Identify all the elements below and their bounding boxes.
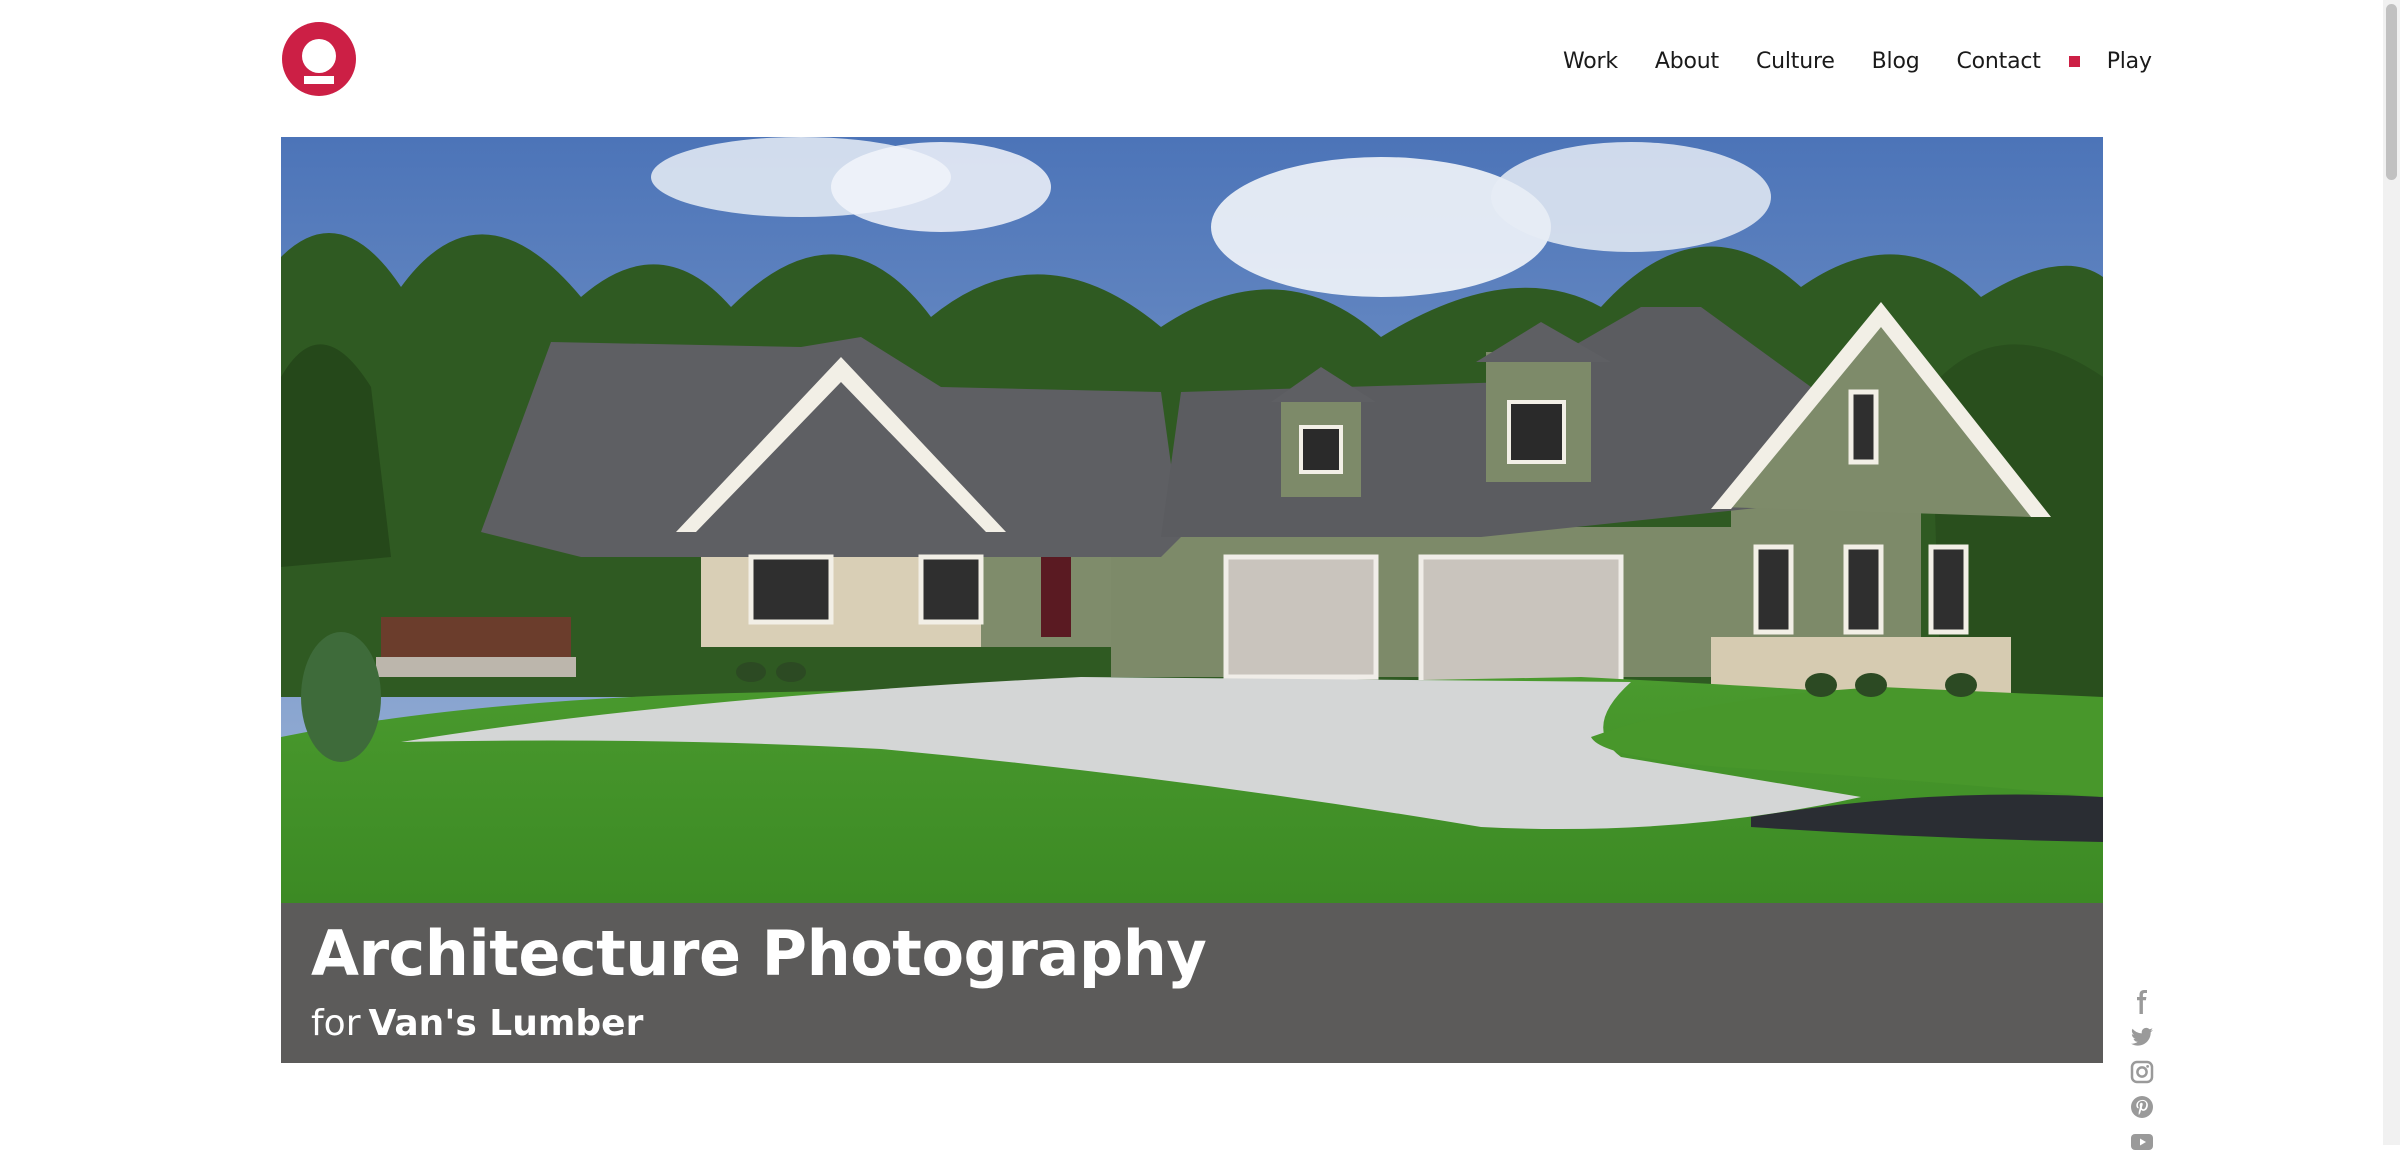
twitter-icon[interactable]: [2130, 1025, 2154, 1049]
social-links: [2130, 990, 2154, 1165]
house-photo: [281, 137, 2103, 903]
youtube-icon[interactable]: [2130, 1130, 2154, 1154]
hero-client[interactable]: Van's Lumber: [369, 1003, 644, 1044]
nav-blog[interactable]: Blog: [1872, 49, 1920, 74]
site-logo[interactable]: [282, 22, 356, 96]
nav-play[interactable]: Play: [2107, 49, 2152, 74]
instagram-icon[interactable]: [2130, 1060, 2154, 1084]
facebook-icon[interactable]: [2130, 990, 2154, 1014]
nav-about[interactable]: About: [1655, 49, 1719, 74]
scrollbar-thumb[interactable]: [2386, 4, 2397, 180]
nav-culture[interactable]: Culture: [1756, 49, 1835, 74]
hero-subtitle: for Van's Lumber: [311, 1003, 643, 1044]
nav-contact[interactable]: Contact: [1957, 49, 2041, 74]
nav-work[interactable]: Work: [1563, 49, 1618, 74]
hero-caption: Architecture Photography for Van's Lumber: [281, 903, 2103, 1063]
hero-feature[interactable]: Architecture Photography for Van's Lumber: [281, 137, 2103, 1063]
nav-separator-dot: [2068, 55, 2080, 67]
hero-title: Architecture Photography: [311, 917, 1207, 990]
pinterest-icon[interactable]: [2130, 1095, 2154, 1119]
main-nav: Work About Culture Blog Contact Play: [1563, 46, 2152, 76]
hero-for-label: for: [311, 1003, 361, 1044]
page-scrollbar[interactable]: [2383, 0, 2400, 1145]
